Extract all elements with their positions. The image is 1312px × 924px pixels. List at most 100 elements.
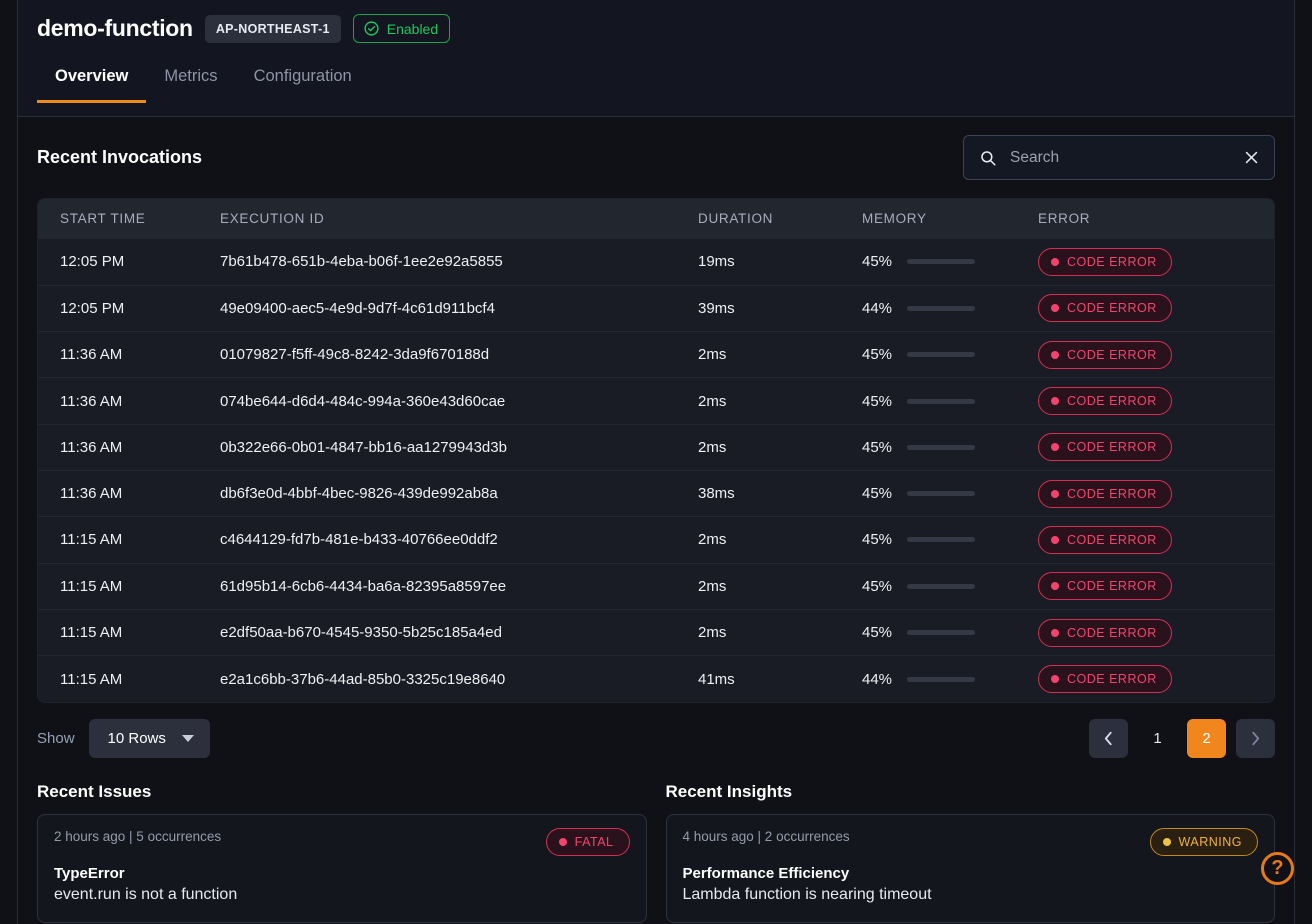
error-badge[interactable]: CODE ERROR [1038,525,1172,554]
cell-duration: 41ms [698,655,862,702]
search-input[interactable] [1010,148,1230,167]
table-row[interactable]: 11:36 AM 01079827-f5ff-49c8-8242-3da9f670… [38,331,1274,378]
check-circle-icon [364,21,379,36]
column-header-memory[interactable]: MEMORY [862,199,1038,239]
memory-track [907,676,975,682]
main-content: Recent Invocations START TIME EXECUTION … [17,117,1295,924]
error-badge-label: CODE ERROR [1067,579,1157,594]
cell-start-time: 11:36 AM [38,423,220,471]
memory-gauge: 45% [862,624,1038,641]
error-badge-label: CODE ERROR [1067,672,1157,687]
error-badge-label: CODE ERROR [1067,254,1157,269]
cell-start-time: 11:15 AM [38,655,220,702]
close-icon[interactable] [1243,149,1260,166]
error-dot-icon [1051,257,1059,266]
error-badge[interactable]: CODE ERROR [1038,340,1172,369]
title-row: demo-function AP-NORTHEAST-1 Enabled [18,0,1294,43]
error-badge-label: CODE ERROR [1067,486,1157,501]
error-dot-icon [1051,675,1059,684]
column-header-duration[interactable]: DURATION [698,199,862,239]
error-badge[interactable]: CODE ERROR [1038,665,1172,694]
cell-memory: 45% [862,331,1038,378]
cell-start-time: 11:15 AM [38,516,220,564]
error-badge-label: CODE ERROR [1067,394,1157,409]
rows-per-page-select[interactable]: 10 Rows [88,718,210,758]
memory-track [907,491,975,497]
error-dot-icon [1051,535,1059,544]
pagination-next-button[interactable] [1236,718,1275,758]
issue-card[interactable]: 2 hours ago | 5 occurrences FATAL TypeEr… [37,813,647,923]
search-box[interactable] [963,135,1275,180]
memory-percent: 45% [862,253,893,271]
memory-gauge: 45% [862,531,1038,548]
memory-percent: 45% [862,485,893,503]
cell-start-time: 12:05 PM [38,284,220,332]
memory-percent: 45% [862,392,893,410]
cell-execution-id: 61d95b14-6cb6-4434-ba6a-82395a8597ee [220,562,698,610]
bottom-cards: Recent Issues 2 hours ago | 5 occurrence… [37,782,1275,923]
table-row[interactable]: 11:15 AM c4644129-fd7b-481e-b433-40766ee0… [38,516,1274,564]
table-row[interactable]: 12:05 PM 7b61b478-651b-4eba-b06f-1ee2e92a… [38,239,1274,285]
table-row[interactable]: 12:05 PM 49e09400-aec5-4e9d-9d7f-4c61d911… [38,284,1274,332]
error-badge[interactable]: CODE ERROR [1038,618,1172,647]
memory-gauge: 45% [862,485,1038,502]
error-badge-label: CODE ERROR [1067,532,1157,547]
error-badge[interactable]: CODE ERROR [1038,294,1172,323]
column-header-execution-id[interactable]: EXECUTION ID [220,199,698,239]
table-row[interactable]: 11:36 AM 074be644-d6d4-484c-994a-360e43d6… [38,377,1274,425]
table-row[interactable]: 11:36 AM db6f3e0d-4bbf-4bec-9826-439de992… [38,469,1274,517]
cell-execution-id: 074be644-d6d4-484c-994a-360e43d60cae [220,377,698,425]
error-badge[interactable]: CODE ERROR [1038,479,1172,508]
help-button[interactable]: ? [1261,852,1294,885]
memory-percent: 44% [862,670,893,688]
pagination-prev-button[interactable] [1089,718,1128,758]
table-row[interactable]: 11:15 AM 61d95b14-6cb6-4434-ba6a-82395a85… [38,562,1274,610]
cell-memory: 45% [862,423,1038,471]
memory-percent: 45% [862,577,893,595]
memory-percent: 45% [862,531,893,549]
memory-percent: 45% [862,346,893,364]
cell-error: CODE ERROR [1038,239,1274,285]
tab-metrics[interactable]: Metrics [146,57,235,98]
memory-percent: 44% [862,299,893,317]
table-row[interactable]: 11:15 AM e2a1c6bb-37b6-44ad-85b0-3325c19e… [38,655,1274,702]
error-badge[interactable]: CODE ERROR [1038,572,1172,601]
cell-duration: 2ms [698,562,862,610]
error-badge-label: CODE ERROR [1067,440,1157,455]
cell-start-time: 11:15 AM [38,562,220,610]
cell-error: CODE ERROR [1038,655,1274,702]
cell-memory: 45% [862,608,1038,656]
cell-memory: 45% [862,239,1038,285]
error-badge[interactable]: CODE ERROR [1038,247,1172,276]
recent-insights-column: Recent Insights 4 hours ago | 2 occurren… [665,782,1275,923]
error-dot-icon [1051,628,1059,637]
pagination-page-1[interactable]: 1 [1138,719,1177,758]
error-badge[interactable]: CODE ERROR [1038,433,1172,462]
severity-dot-icon [1162,837,1171,846]
page-title: demo-function [37,15,193,41]
tab-configuration[interactable]: Configuration [236,57,370,98]
issue-meta: 2 hours ago | 5 occurrences [54,828,222,844]
column-header-start-time[interactable]: START TIME [38,199,220,239]
invocations-title: Recent Invocations [37,147,203,167]
cell-error: CODE ERROR [1038,608,1274,656]
column-header-error[interactable]: ERROR [1038,199,1274,239]
insight-card[interactable]: 4 hours ago | 2 occurrences WARNING Perf… [665,813,1275,923]
error-badge-label: CODE ERROR [1067,625,1157,640]
pagination-page-2[interactable]: 2 [1187,718,1226,758]
cell-execution-id: 01079827-f5ff-49c8-8242-3da9f670188d [220,331,698,378]
cell-duration: 39ms [698,284,862,332]
show-label: Show [37,729,75,747]
cell-duration: 2ms [698,423,862,471]
memory-track [907,583,975,589]
invocations-table: START TIME EXECUTION ID DURATION MEMORY … [38,199,1274,702]
error-badge[interactable]: CODE ERROR [1038,387,1172,416]
table-row[interactable]: 11:36 AM 0b322e66-0b01-4847-bb16-aa127994… [38,423,1274,471]
tab-overview[interactable]: Overview [37,57,147,103]
memory-track [907,444,975,450]
memory-gauge: 45% [862,346,1038,363]
cell-error: CODE ERROR [1038,423,1274,471]
memory-track [907,259,975,265]
insight-name: Performance Efficiency [682,864,850,882]
table-row[interactable]: 11:15 AM e2df50aa-b670-4545-9350-5b25c185… [38,608,1274,656]
